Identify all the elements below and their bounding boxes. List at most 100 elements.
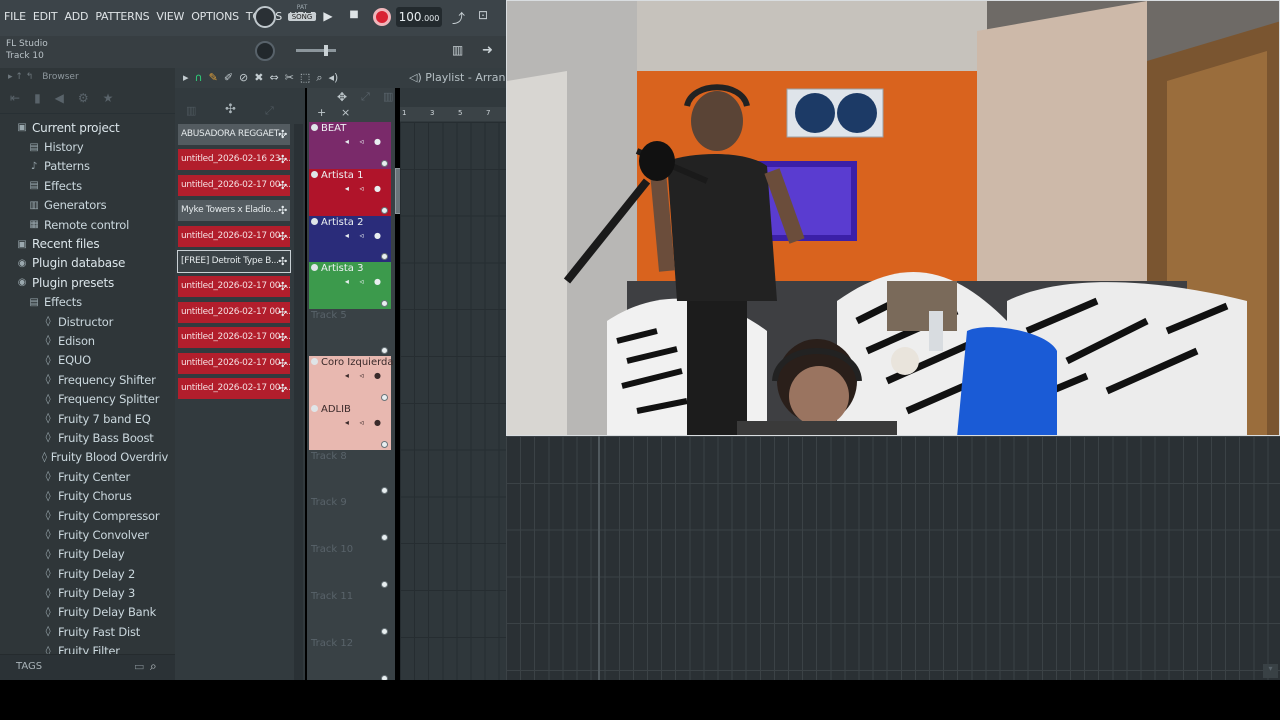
track-enable-led[interactable] (381, 487, 388, 495)
browser-item[interactable]: ▣ Current project (10, 118, 168, 137)
browser-item[interactable]: ▣ Recent files (10, 234, 168, 253)
picker-clip[interactable]: ABUSADORA REGGAET... ✣ (178, 124, 290, 145)
browser-item[interactable]: ◉ Plugin database (10, 254, 168, 273)
browser-item[interactable]: ◊ Fruity Chorus (10, 486, 168, 505)
picker-audio-icon[interactable]: ✣ (225, 102, 236, 117)
track-enable-led[interactable] (381, 440, 388, 448)
track-enable-led[interactable] (381, 346, 388, 354)
picker-clip[interactable]: untitled_2026-02-17 00-... ✣ (178, 352, 290, 374)
close-icon[interactable]: × (341, 106, 350, 119)
slip-icon[interactable]: ⇔ (269, 71, 278, 85)
browser-item[interactable]: ◊ Fruity Fast Dist (10, 622, 168, 641)
track-header[interactable]: Artista 1 ◂ ◃ ● (309, 168, 391, 216)
search-icon[interactable]: ⌕ (150, 659, 157, 674)
track-header[interactable]: Track 8 (309, 449, 391, 497)
picker-clip[interactable]: untitled_2026-02-17 00-... ✣ (178, 301, 290, 323)
browser-item[interactable]: ◊ Fruity Compressor (10, 506, 168, 525)
playlist-grid-lower[interactable] (506, 436, 1280, 680)
picker-automation-icon[interactable]: ⤢ (265, 104, 274, 118)
picker-clip[interactable]: [FREE] Detroit Type B... ✣ (177, 249, 291, 273)
pat-song-toggle[interactable]: PAT SONG (288, 4, 316, 30)
browser-item[interactable]: ▥ Generators (10, 196, 168, 215)
picker-pattern-icon[interactable]: ▥ (186, 104, 196, 117)
track-header[interactable]: Track 12 (309, 636, 391, 684)
browser-item[interactable]: ◉ Plugin presets (10, 273, 168, 292)
browser-item[interactable]: ◊ Fruity Center (10, 467, 168, 486)
track-mute-solo-icons[interactable]: ◂ ◃ ● (345, 277, 385, 286)
browser-item[interactable]: ◊ Fruity Delay (10, 545, 168, 564)
track-enable-led[interactable] (381, 253, 388, 261)
browser-item[interactable]: ◊ Distructor (10, 312, 168, 331)
menu-add[interactable]: ADD (64, 10, 88, 23)
add-track-icon[interactable]: + (317, 106, 326, 119)
track-header[interactable]: Track 11 (309, 590, 391, 637)
metronome-icon[interactable]: ⤴ (452, 8, 472, 27)
master-pitch-knob[interactable] (255, 41, 275, 61)
zoom-icon[interactable]: ⌕ (316, 71, 322, 85)
grid-icon[interactable]: ▥ (383, 90, 393, 103)
pencil-icon[interactable]: ✎ (209, 71, 218, 85)
picker-scrollbar[interactable] (294, 124, 303, 680)
picker-clip[interactable]: Myke Towers x Eladio... ✣ (178, 200, 290, 222)
track-enable-led[interactable] (381, 534, 388, 542)
browser-item[interactable]: ◊ Edison (10, 331, 168, 350)
menu-options[interactable]: OPTIONS (191, 10, 239, 23)
browser-item[interactable]: ◊ Fruity Convolver (10, 525, 168, 544)
mute-tool-icon[interactable]: ✖ (254, 71, 263, 85)
arrow-right-icon[interactable]: ➜ (482, 43, 500, 59)
picker-clip[interactable]: untitled_2026-02-17 00-... ✣ (178, 327, 290, 349)
track-enable-led[interactable] (381, 159, 388, 167)
browser-item[interactable]: ◊ Fruity 7 band EQ (10, 409, 168, 428)
stop-button[interactable]: ■ (346, 9, 362, 25)
zoom-corner-button[interactable]: ▾ (1263, 664, 1278, 678)
select-icon[interactable]: ⬚ (300, 71, 310, 85)
menu-edit[interactable]: EDIT (33, 10, 58, 23)
tempo-display[interactable]: 100.000 (396, 7, 442, 27)
browser-item[interactable]: ◊ Fruity Blood Overdrive (10, 448, 168, 467)
resize-icon[interactable]: ⤢ (361, 90, 370, 104)
browser-item[interactable]: ◊ Frequency Splitter (10, 389, 168, 408)
menu-patterns[interactable]: PATTERNS (95, 10, 149, 23)
browser-item[interactable]: ♪ Patterns (10, 157, 168, 176)
track-header[interactable]: Track 9 (309, 496, 391, 544)
play-button[interactable]: ▶ (320, 9, 336, 25)
star-icon[interactable]: ★ (103, 91, 114, 113)
browser-item[interactable]: ◊ Fruity Delay 3 (10, 583, 168, 602)
track-header[interactable]: Track 10 (309, 543, 391, 590)
picker-clip[interactable]: untitled_2026-02-16 23-... ✣ (178, 149, 290, 171)
picker-clip[interactable]: untitled_2026-02-17 00-... ✣ (178, 377, 290, 399)
track-enable-led[interactable] (381, 393, 388, 401)
browser-item[interactable]: ◊ Fruity Bass Boost (10, 428, 168, 447)
speaker-icon[interactable]: ◀ (55, 91, 64, 113)
browser-item[interactable]: ◊ Fruity Delay Bank (10, 603, 168, 622)
track-header[interactable]: Coro Izquierda ◂ ◃ ● (309, 356, 394, 403)
picker-clip[interactable]: untitled_2026-02-17 00-... ✣ (178, 276, 290, 298)
move-icon[interactable]: ✥ (337, 90, 347, 104)
browser-arrows-icon[interactable]: ▸ ↑ ↰ (8, 72, 33, 82)
track-header[interactable]: ADLIB ◂ ◃ ● (309, 402, 391, 450)
record-button[interactable] (373, 8, 391, 26)
picker-clip[interactable]: untitled_2026-02-17 00-... ✣ (178, 174, 290, 196)
track-mute-solo-icons[interactable]: ◂ ◃ ● (345, 231, 385, 240)
track-enable-led[interactable] (381, 206, 388, 214)
track-header[interactable]: Track 5 (309, 309, 391, 356)
master-volume-knob[interactable] (254, 6, 276, 28)
track-header[interactable]: Artista 3 ◂ ◃ ● (309, 262, 391, 310)
track-mute-solo-icons[interactable]: ◂ ◃ ● (345, 137, 385, 146)
track-enable-led[interactable] (381, 627, 388, 635)
browser-item[interactable]: ◊ Fruity Filter (10, 642, 168, 654)
browser-item[interactable]: ▦ Remote control (10, 215, 168, 234)
track-enable-led[interactable] (381, 300, 388, 308)
timeline-ruler[interactable]: 1 3 5 7 (400, 107, 506, 121)
magnet-icon[interactable]: ∩ (195, 71, 203, 85)
paint-icon[interactable]: ✐ (224, 71, 233, 85)
browser-item[interactable]: ▤ Effects (10, 293, 168, 312)
menu-view[interactable]: VIEW (156, 10, 184, 23)
delete-icon[interactable]: ⊘ (239, 71, 248, 85)
piano-roll-icon[interactable]: ▥ (452, 43, 472, 59)
playlist-menu-arrow-icon[interactable]: ▸ (183, 71, 189, 85)
folder-icon[interactable]: ▭ (134, 660, 144, 673)
picker-clip[interactable]: untitled_2026-02-17 00-... ✣ (178, 225, 290, 247)
track-mute-solo-icons[interactable]: ◂ ◃ ● (345, 184, 385, 193)
back-icon[interactable]: ⇤ (10, 91, 20, 113)
